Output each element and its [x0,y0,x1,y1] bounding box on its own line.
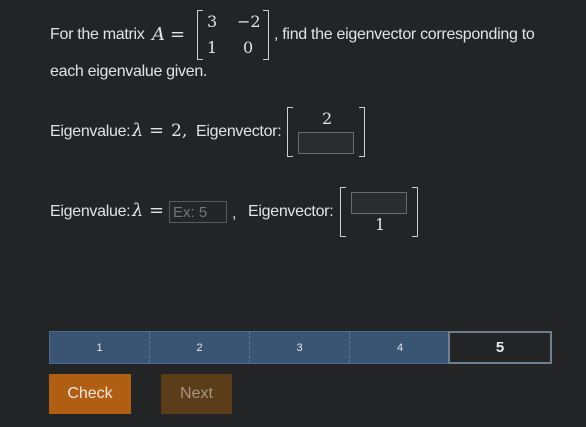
matrix-cell-11: 3 [207,12,218,31]
progress-step-1[interactable]: 1 [50,332,150,363]
check-button[interactable]: Check [49,374,131,414]
matrix-right-bracket [263,10,269,60]
eigenvector-2: 1 [340,187,418,237]
eigenvector-1: 2 [287,107,365,157]
eigenvalue-label-1: Eigenvalue: [50,123,131,140]
matrix-left-bracket [197,10,203,60]
question-line2: each eigenvalue given. [50,63,208,80]
equals-sign-2: = [149,200,165,221]
comma-2: , [232,205,237,222]
vector-1-top: 2 [322,109,333,128]
matrix: 3 −2 1 0 [197,10,269,60]
matrix-cell-21: 1 [207,38,218,57]
vector-right-bracket-2 [412,187,418,237]
vector-left-bracket-2 [340,187,346,237]
progress-step-2[interactable]: 2 [150,332,250,363]
equals-sign: = [170,24,186,45]
progress-step-3[interactable]: 3 [250,332,350,363]
vector-1-bottom-input[interactable] [298,132,354,154]
next-button[interactable]: Next [161,374,232,414]
matrix-cell-12: −2 [237,12,261,31]
matrix-variable: A [152,24,165,45]
vector-left-bracket-1 [287,107,293,157]
eigenvalue-2-input[interactable] [169,201,227,223]
progress-step-5-active[interactable]: 5 [448,331,552,364]
vector-2-top-input[interactable] [351,192,407,214]
vector-right-bracket-1 [359,107,365,157]
eigenvector-label-1: Eigenvector: [196,123,282,140]
question-suffix: , find the eigenvector corresponding to [274,26,535,43]
vector-2-bottom: 1 [375,215,386,234]
eigenvalue-label-2: Eigenvalue: [50,203,131,220]
equals-sign-1: = [149,120,165,141]
eigenvector-label-2: Eigenvector: [248,203,334,220]
question-prefix: For the matrix [50,26,145,43]
lambda-symbol-2: λ [132,200,144,221]
eigenvalue-1: 2, [171,121,188,141]
progress-step-4[interactable]: 4 [350,332,450,363]
lambda-symbol-1: λ [132,120,144,141]
question-progress: 1 2 3 4 5 [49,331,552,364]
matrix-cell-22: 0 [243,38,254,57]
